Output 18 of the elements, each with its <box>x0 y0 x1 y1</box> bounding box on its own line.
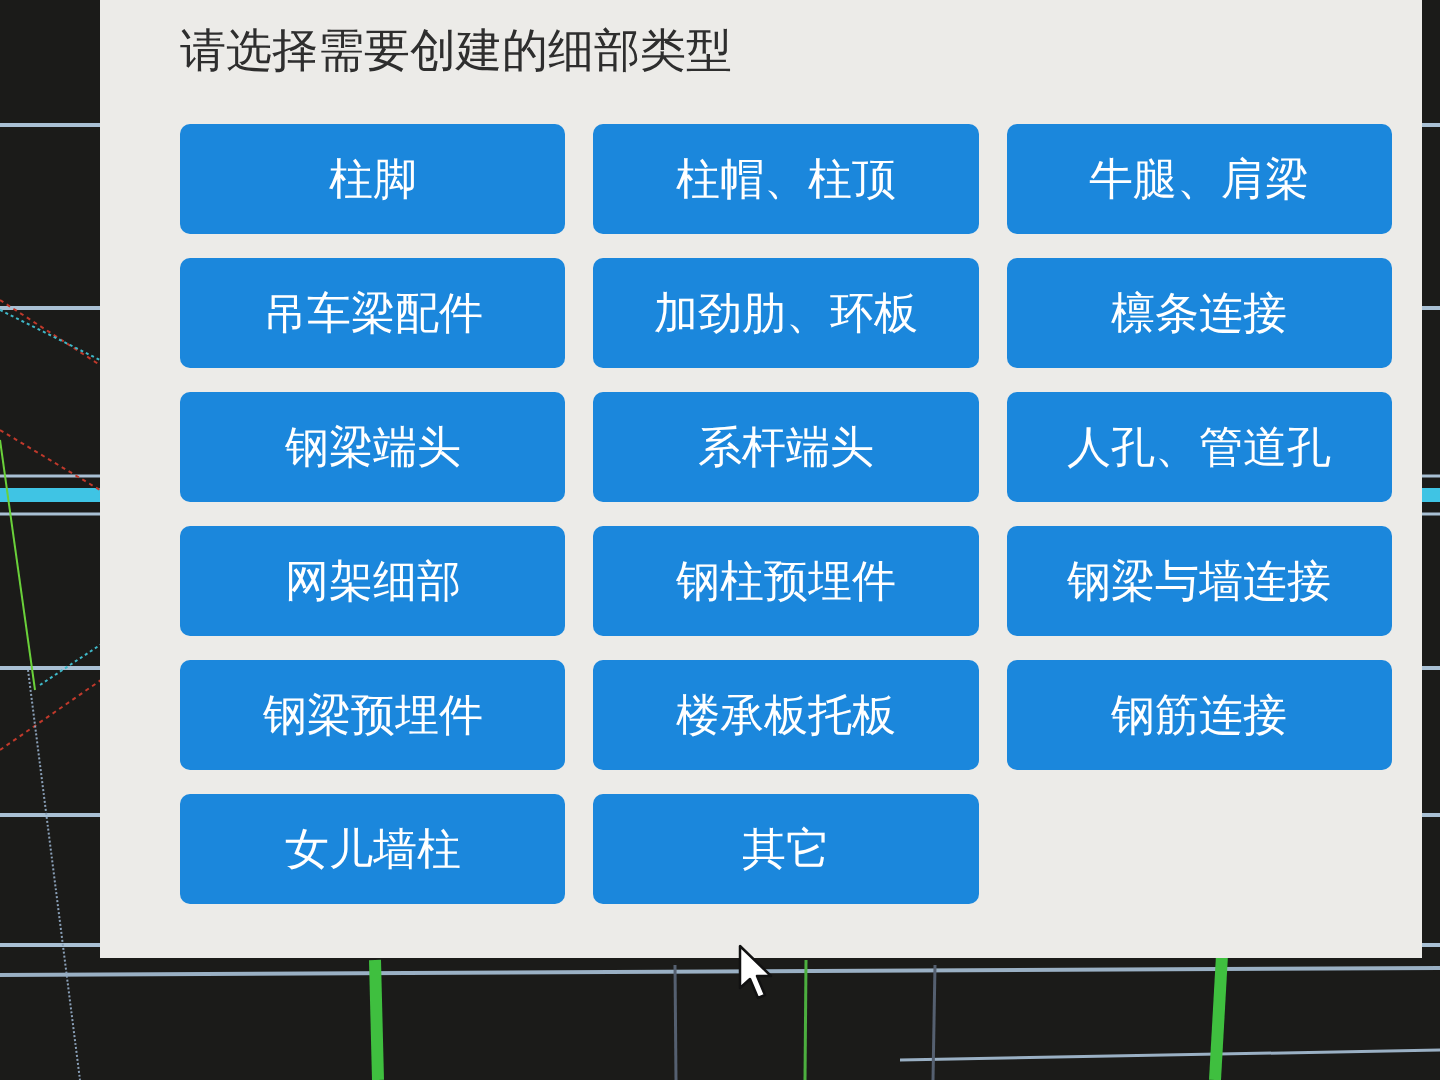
detail-type-button[interactable]: 檩条连接 <box>1006 258 1392 368</box>
dialog-title: 请选择需要创建的细部类型 <box>180 22 732 78</box>
detail-type-button[interactable]: 系杆端头 <box>593 392 979 502</box>
detail-type-button[interactable]: 柱帽、柱顶 <box>593 124 979 234</box>
detail-type-button[interactable]: 钢筋连接 <box>1006 660 1392 770</box>
detail-type-button[interactable]: 人孔、管道孔 <box>1006 392 1392 502</box>
detail-type-button[interactable]: 吊车梁配件 <box>180 258 566 368</box>
detail-type-button[interactable]: 钢梁端头 <box>180 392 566 502</box>
detail-type-button[interactable]: 钢梁与墙连接 <box>1006 526 1392 636</box>
detail-type-button[interactable]: 牛腿、肩梁 <box>1006 124 1392 234</box>
detail-type-button[interactable]: 加劲肋、环板 <box>593 258 979 368</box>
detail-type-button[interactable]: 柱脚 <box>180 124 566 234</box>
detail-type-button[interactable]: 其它 <box>593 794 979 904</box>
detail-type-button[interactable]: 钢柱预埋件 <box>593 526 979 636</box>
detail-type-button[interactable]: 钢梁预埋件 <box>180 660 566 770</box>
detail-type-button[interactable]: 楼承板托板 <box>593 660 979 770</box>
detail-type-button[interactable]: 网架细部 <box>180 526 566 636</box>
detail-type-button[interactable]: 女儿墙柱 <box>180 794 566 904</box>
